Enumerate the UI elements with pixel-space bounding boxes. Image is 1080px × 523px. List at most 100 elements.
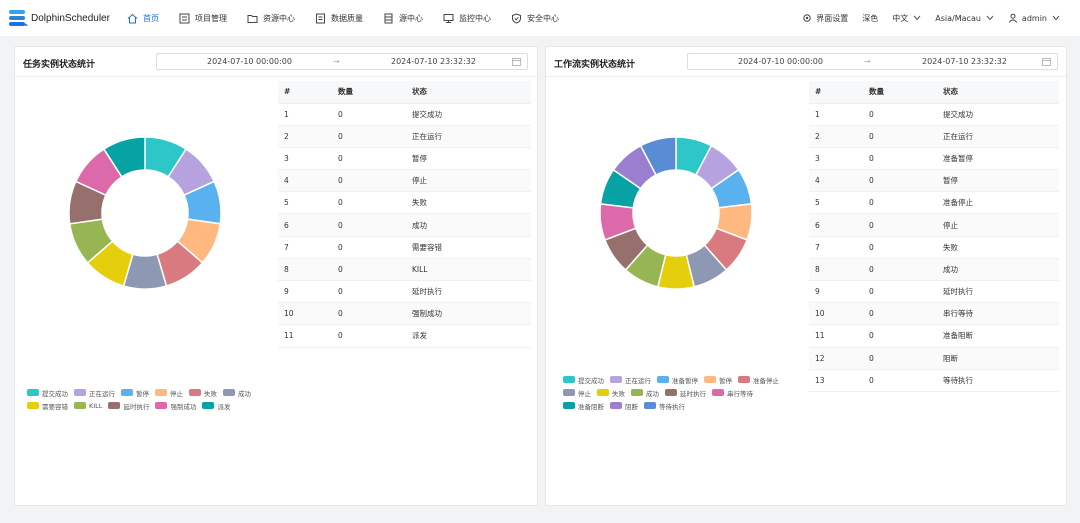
legend-item[interactable]: 延时执行 [665,386,706,399]
row-count: 0 [863,347,937,370]
legend-item[interactable]: 准备阻断 [563,399,604,412]
row-count: 0 [863,236,937,259]
legend-item[interactable]: 需要容错 [27,399,68,412]
nav-item-datasource[interactable]: 源中心 [383,13,423,24]
table-row: 3 0 准备暂停 [809,147,1059,171]
logo[interactable]: DolphinScheduler [7,8,110,28]
legend-item[interactable]: 停止 [155,386,183,399]
user-icon [1008,13,1018,23]
row-count: 0 [863,280,937,304]
legend-label: 暂停 [719,376,732,385]
legend-swatch [27,402,39,409]
legend-swatch [610,402,622,409]
nav-item-project[interactable]: 项目管理 [179,13,227,24]
legend-label: 强制成功 [170,402,197,411]
legend-item[interactable]: 正在运行 [610,373,651,386]
arrow-right-icon: → [333,57,340,66]
row-index: 2 [809,125,863,148]
legend-item[interactable]: 准备停止 [738,373,779,386]
date-end[interactable]: 2024-07-10 23:32:32 [922,57,1007,66]
row-index: 6 [809,213,863,237]
nav-item-home[interactable]: 首页 [127,13,159,24]
legend-swatch [108,402,121,409]
nav-item-data-quality[interactable]: 数据质量 [315,13,363,24]
main-nav: 首页 项目管理 资源中心 数据质量 源中心 监控中心 安全中心 [127,0,579,36]
table-header-row: # 数量 状态 [809,81,1059,104]
row-state: 阻断 [937,347,1059,370]
row-state: 延时执行 [406,280,531,304]
row-index: 11 [809,324,863,348]
row-count: 0 [863,147,937,171]
theme-toggle[interactable]: 深色 [862,13,878,24]
legend-swatch [563,402,575,409]
nav-item-monitor[interactable]: 监控中心 [443,13,491,24]
legend-item[interactable]: 派发 [202,399,230,412]
table-row: 2 0 正在运行 [809,125,1059,148]
legend-item[interactable]: 正在运行 [74,386,115,399]
nav-item-folder[interactable]: 资源中心 [247,13,295,24]
date-range-picker[interactable]: 2024-07-10 00:00:00 → 2024-07-10 23:32:3… [687,53,1058,70]
theme-label: 深色 [862,13,879,23]
legend-item[interactable]: 成功 [631,386,659,399]
row-count: 0 [863,103,937,126]
date-end[interactable]: 2024-07-10 23:32:32 [391,57,476,66]
logo-text: DolphinScheduler [31,12,110,24]
legend-item[interactable]: 暂停 [704,373,732,386]
legend-swatch [631,389,643,396]
legend-item[interactable]: 延时执行 [108,399,149,412]
row-state: 派发 [406,324,531,348]
task-status-donut-chart [68,136,222,290]
legend-item[interactable]: 暂停 [121,386,149,399]
timezone-select[interactable]: Asia/Macau [935,14,994,23]
legend-item[interactable]: 串行等待 [712,386,753,399]
legend-label: 等待执行 [659,402,685,411]
table-row: 13 0 等待执行 [809,369,1059,392]
row-count: 0 [863,369,937,392]
legend-label: 停止 [170,389,183,398]
legend-item[interactable]: 阻断 [610,399,638,412]
row-count: 0 [332,103,406,126]
row-index: 3 [278,147,332,171]
legend-item[interactable]: 准备暂停 [657,373,698,386]
date-start[interactable]: 2024-07-10 00:00:00 [207,57,292,66]
row-state: 准备停止 [937,191,1059,215]
legend-swatch [644,402,656,409]
dolphin-logo-icon [9,10,28,26]
row-index: 8 [278,258,332,282]
panel-title: 任务实例状态统计 [23,60,96,70]
legend-label: 失败 [204,389,217,398]
folder-icon [247,14,258,23]
table-row: 8 0 成功 [809,258,1059,282]
user-menu[interactable]: admin [1008,13,1060,23]
settings-icon [803,14,811,22]
nav-item-shield[interactable]: 安全中心 [511,12,559,24]
row-state: 成功 [406,213,531,237]
language-select[interactable]: 中文 [892,13,921,24]
legend-swatch [223,389,235,396]
legend-swatch [202,402,215,409]
table-row: 1 0 提交成功 [809,103,1059,126]
ui-settings-button[interactable]: 界面设置 [802,13,848,24]
legend-item[interactable]: 失败 [597,386,625,399]
date-start[interactable]: 2024-07-10 00:00:00 [738,57,823,66]
panel-title: 工作流实例状态统计 [554,60,636,70]
legend-item[interactable]: 停止 [563,386,591,399]
row-state: 失败 [406,191,531,215]
row-state: 准备暂停 [937,147,1059,171]
row-count: 0 [863,213,937,237]
legend-item[interactable]: 提交成功 [563,373,604,386]
legend-item[interactable]: 失败 [189,386,217,399]
legend-item[interactable]: 强制成功 [155,399,196,412]
table-row: 11 0 派发 [278,324,531,348]
column-header: 状态 [937,81,1059,104]
row-index: 13 [809,369,863,392]
legend-item[interactable]: 等待执行 [644,399,685,412]
row-state: 串行等待 [937,302,1059,326]
date-range-picker[interactable]: 2024-07-10 00:00:00 → 2024-07-10 23:32:3… [156,53,528,70]
row-state: 强制成功 [406,302,531,326]
row-index: 12 [809,347,863,370]
legend-item[interactable]: 成功 [223,386,251,399]
legend-item[interactable]: 提交成功 [27,386,68,399]
row-count: 0 [332,236,406,259]
legend-item[interactable]: KILL [74,399,102,412]
